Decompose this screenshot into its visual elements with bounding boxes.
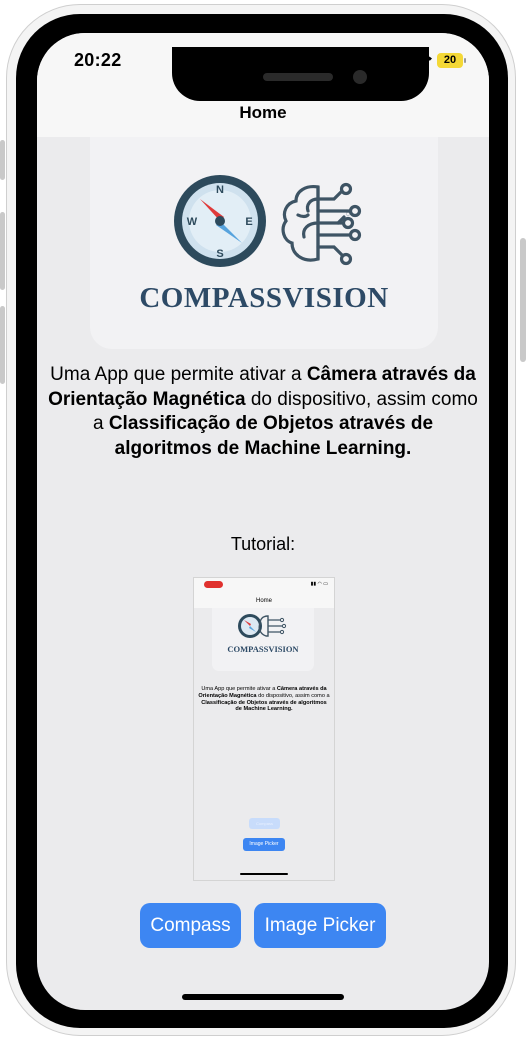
volume-up-button bbox=[0, 212, 5, 290]
mini-home-indicator bbox=[240, 873, 288, 875]
logo-wordmark: COMPASSVISION bbox=[139, 282, 389, 314]
battery-icon: 20 bbox=[437, 53, 466, 68]
mini-compass-button: Compass bbox=[249, 818, 280, 829]
notch bbox=[172, 47, 429, 101]
compass-north-label: N bbox=[216, 184, 224, 196]
mini-description: Uma App que permite ativar a Câmera atra… bbox=[198, 686, 330, 713]
mini-description-text: Uma App que permite ativar a bbox=[201, 686, 277, 692]
power-button bbox=[520, 238, 526, 362]
mini-status-icons: ▮▮ ◠ ▭ bbox=[310, 581, 328, 587]
mini-page-title: Home bbox=[255, 598, 272, 604]
compass-east-label: E bbox=[245, 216, 252, 228]
compass-button[interactable]: Compass bbox=[140, 903, 241, 948]
recording-indicator-icon bbox=[204, 581, 223, 588]
phone-screen: 20:22 20 Home N S E W COMPASSVISION Uma … bbox=[37, 33, 489, 1010]
mini-description-bold: Classificação de Objetos através de algo… bbox=[201, 699, 327, 713]
page-title: Home bbox=[239, 103, 287, 122]
description-text: Uma App que permite ativar a bbox=[50, 364, 307, 385]
front-camera bbox=[353, 70, 367, 84]
speaker-grille bbox=[263, 73, 333, 81]
logo-card: N S E W COMPASSVISION bbox=[90, 137, 438, 349]
compass-west-label: W bbox=[187, 216, 198, 228]
app-description: Uma App que permite ativar a Câmera atra… bbox=[47, 363, 479, 461]
description-bold-classification: Classificação de Objetos através de algo… bbox=[108, 413, 434, 459]
mini-logo-icon bbox=[238, 614, 287, 638]
mute-switch bbox=[0, 140, 5, 180]
tutorial-label: Tutorial: bbox=[230, 534, 296, 554]
compass-icon: N S E W bbox=[174, 175, 266, 267]
brain-circuit-icon bbox=[281, 182, 362, 266]
image-picker-button[interactable]: Image Picker bbox=[254, 903, 386, 948]
tutorial-preview-image: ▮▮ ◠ ▭ Home COMPASSVISION Uma App que pe… bbox=[193, 577, 335, 881]
status-time: 20:22 bbox=[74, 50, 122, 70]
mini-logo-wordmark: COMPASSVISION bbox=[227, 644, 299, 654]
compass-south-label: S bbox=[216, 248, 223, 260]
mini-description-text: do dispositivo, assim como a bbox=[256, 692, 330, 699]
mini-logo-card: COMPASSVISION bbox=[212, 608, 314, 671]
home-indicator[interactable] bbox=[182, 994, 344, 1000]
navigation-bar: Home bbox=[37, 103, 489, 137]
mini-image-picker-button: Image Picker bbox=[243, 838, 285, 851]
volume-down-button bbox=[0, 306, 5, 384]
